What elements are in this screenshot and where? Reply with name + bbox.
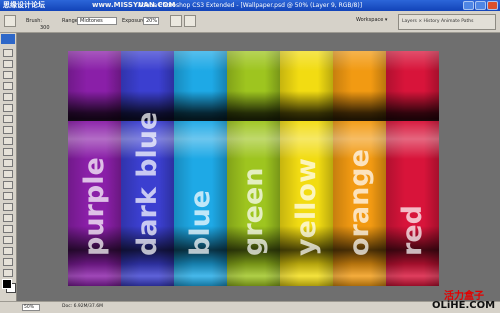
title-bar: 思缘设计论坛 www.MISSYUAN.COM Adobe Photoshop … xyxy=(0,0,500,11)
brush-tool-icon[interactable] xyxy=(3,126,13,134)
eyedropper-tool-icon[interactable] xyxy=(3,247,13,255)
pen-tool-icon[interactable] xyxy=(3,192,13,200)
foreground-color-swatch[interactable] xyxy=(2,279,12,289)
clone-stamp-tool-icon[interactable] xyxy=(3,137,13,145)
tools-panel xyxy=(0,33,17,301)
document-size: Doc: 6.92M/37.6M xyxy=(62,304,103,309)
stripe-label-red: red xyxy=(396,205,428,256)
type-tool-icon[interactable] xyxy=(3,203,13,211)
dodge-tool-panel-icon[interactable] xyxy=(3,181,13,189)
close-button[interactable] xyxy=(487,1,498,10)
panel-well[interactable]: Layers × History Animate Paths xyxy=(398,14,496,30)
healing-brush-tool-icon[interactable] xyxy=(3,115,13,123)
document-canvas[interactable]: purple dark blue blue green yellow orange red xyxy=(68,51,439,286)
path-selection-tool-icon[interactable] xyxy=(3,214,13,222)
brand-logo-en: OLiHE.COM xyxy=(432,300,496,311)
minimize-button[interactable] xyxy=(463,1,474,10)
stripe-label-orange: orange xyxy=(343,149,375,256)
window-title: Adobe Photoshop CS3 Extended - [Wallpape… xyxy=(137,2,363,9)
lasso-tool-icon[interactable] xyxy=(3,71,13,79)
stripe-label-green: green xyxy=(237,167,269,257)
marquee-tool-icon[interactable] xyxy=(3,60,13,68)
brush-label: Brush: xyxy=(26,18,43,24)
shape-tool-icon[interactable] xyxy=(3,225,13,233)
notes-tool-icon[interactable] xyxy=(3,236,13,244)
photoshop-logo-icon xyxy=(1,34,15,44)
dodge-tool-icon[interactable] xyxy=(4,15,16,27)
gloss-highlight xyxy=(68,119,439,159)
eraser-tool-icon[interactable] xyxy=(3,159,13,167)
airbrush-icon[interactable] xyxy=(170,15,182,27)
stripe-label-blue: blue xyxy=(184,189,216,256)
window-controls xyxy=(463,1,498,10)
gradient-tool-icon[interactable] xyxy=(3,170,13,178)
range-select[interactable]: Midtones xyxy=(77,17,117,25)
document-window: purple dark blue blue green yellow orange red xyxy=(17,33,500,301)
crop-tool-icon[interactable] xyxy=(3,93,13,101)
move-tool-icon[interactable] xyxy=(3,49,13,57)
status-bar: 50% Doc: 6.92M/37.6M xyxy=(0,301,500,313)
stripe-label-purple: purple xyxy=(78,157,110,256)
stripe-label-dark-blue: dark blue xyxy=(131,111,163,256)
slice-tool-icon[interactable] xyxy=(3,104,13,112)
magic-wand-tool-icon[interactable] xyxy=(3,82,13,90)
exposure-input[interactable]: 20% xyxy=(143,17,159,25)
protect-tones-icon[interactable] xyxy=(184,15,196,27)
maximize-button[interactable] xyxy=(475,1,486,10)
hand-tool-icon[interactable] xyxy=(3,258,13,266)
workspace-menu[interactable]: Workspace ▾ xyxy=(356,17,387,23)
top-shadow xyxy=(68,51,439,121)
brush-size[interactable]: 300 xyxy=(40,25,50,31)
history-brush-tool-icon[interactable] xyxy=(3,148,13,156)
zoom-tool-icon[interactable] xyxy=(3,269,13,277)
stripe-label-yellow: yellow xyxy=(290,158,322,256)
zoom-field[interactable]: 50% xyxy=(22,304,40,311)
options-bar: Brush: 300 Range: Midtones Exposure: 20%… xyxy=(0,11,500,33)
